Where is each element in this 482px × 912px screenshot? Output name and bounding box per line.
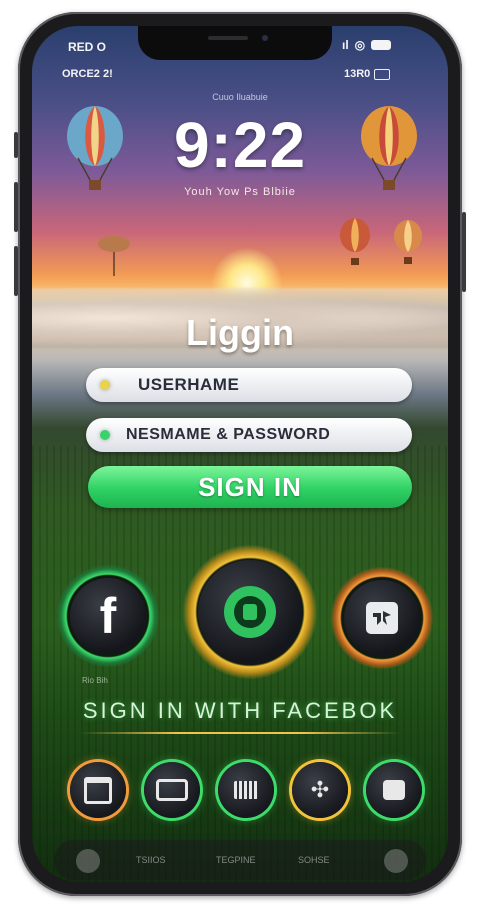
status-signal: ıl ◎ <box>342 38 392 52</box>
side-button-right[interactable] <box>462 212 466 292</box>
small-battery-icon <box>374 68 391 80</box>
window-icon <box>84 776 112 804</box>
status-row2-left: ORCE2 2! <box>62 68 113 80</box>
password-dot-icon <box>100 430 110 440</box>
status-carrier: RED O <box>68 40 107 54</box>
username-dot-icon <box>100 380 110 390</box>
wifi-icon: ◎ <box>354 38 366 52</box>
battery-icon <box>371 40 392 50</box>
password-field[interactable]: NESMAME & PASSWORD <box>86 418 412 452</box>
username-placeholder: USERHAME <box>138 375 240 394</box>
balloon-left-icon <box>67 106 123 190</box>
camera-icon <box>224 586 276 638</box>
facebook-login-button[interactable]: f <box>56 564 160 668</box>
screen: RED O ıl ◎ ORCE2 2! 13R0 Cuuo Iluabuie 9… <box>32 26 448 882</box>
dock-grid-button[interactable] <box>366 762 422 818</box>
tab-right-icon[interactable] <box>384 849 408 873</box>
balloon-small-2-icon <box>394 220 422 264</box>
balloon-small-3-icon <box>98 236 130 276</box>
dock-window-button[interactable] <box>70 762 126 818</box>
tab-label-1[interactable]: TSIIOS <box>136 855 166 865</box>
facebook-icon: f <box>99 588 117 644</box>
tab-label-3[interactable]: SOHSE <box>298 855 330 865</box>
side-button-left-1[interactable] <box>14 132 18 158</box>
side-button-left-3[interactable] <box>14 246 18 296</box>
login-title: Liggin <box>186 312 294 353</box>
signal-icon: ıl <box>342 38 349 52</box>
balloon-right-icon <box>361 106 417 190</box>
tab-label-2[interactable]: TEGPINE <box>216 855 256 865</box>
password-placeholder: NESMAME & PASSWORD <box>126 426 331 443</box>
balloon-small-1-icon <box>340 218 370 265</box>
divider <box>80 732 400 734</box>
lock-date: Cuuo Iluabuie <box>212 92 268 102</box>
notch <box>138 26 332 60</box>
tab-left-icon[interactable] <box>76 849 100 873</box>
tray-icon <box>156 779 188 801</box>
grid-icon <box>383 780 405 800</box>
puzzle-icon: ✣ <box>310 777 330 802</box>
side-button-left-2[interactable] <box>14 182 18 232</box>
dock-calendar-button[interactable] <box>218 762 274 818</box>
sign-in-with-facebook-label[interactable]: SIGN IN WITH FACEBOK <box>32 698 448 724</box>
dock-puzzle-button[interactable]: ✣ <box>292 762 348 818</box>
dock-tray-button[interactable] <box>144 762 200 818</box>
status-row2-right: 13R0 <box>344 68 391 80</box>
username-field[interactable]: USERHAME <box>86 368 412 402</box>
sign-in-button[interactable]: SIGN IN <box>88 466 412 508</box>
app-icon <box>366 602 398 634</box>
social-small-label: Rio Bih <box>82 676 108 685</box>
phone-frame: RED O ıl ◎ ORCE2 2! 13R0 Cuuo Iluabuie 9… <box>14 12 466 896</box>
camera-login-button[interactable] <box>182 544 318 680</box>
app-login-button[interactable] <box>330 566 434 670</box>
calendar-icon <box>234 781 258 799</box>
